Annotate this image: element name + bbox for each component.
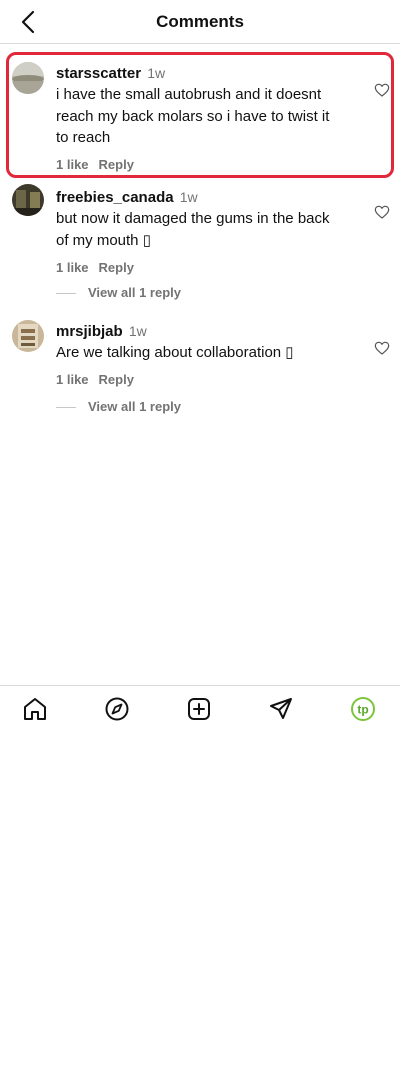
reply-button[interactable]: Reply [99,372,134,387]
page-title: Comments [156,12,244,31]
profile-avatar-icon[interactable]: tp [350,696,376,722]
likes-count[interactable]: 1 like [56,260,89,275]
comment-body: mrsjibjab 1w Are we talking about collab… [56,322,346,388]
comment-time: 1w [128,323,147,339]
view-replies-button[interactable]: View all 1 reply [56,285,181,303]
reply-button[interactable]: Reply [99,157,134,172]
header: Comments [0,0,400,44]
comment-time: 1w [147,65,166,81]
avatar[interactable] [12,320,44,352]
avatar[interactable] [12,184,44,216]
comment-item: mrsjibjab 1w Are we talking about collab… [0,318,400,388]
comment-text: but now it damaged the gums in the back … [56,210,330,249]
heart-icon[interactable] [374,204,390,220]
comment-item: freebies_canada 1w but now it damaged th… [0,182,400,275]
reply-divider-line [56,407,76,409]
chevron-left-icon[interactable] [14,8,42,36]
view-replies-label: View all 1 reply [88,285,181,300]
avatar-image [12,62,44,94]
comment-body: freebies_canada 1w but now it damaged th… [56,188,346,276]
comment-actions: 1 like Reply [56,157,346,173]
heart-icon[interactable] [374,340,390,356]
view-replies-label: View all 1 reply [88,399,181,414]
heart-icon[interactable] [374,82,390,98]
comment-actions: 1 like Reply [56,372,346,388]
comment-body: starsscatter 1w i have the small autobru… [56,64,346,173]
likes-count[interactable]: 1 like [56,157,89,172]
comment-time: 1w [179,189,198,205]
avatar-image [12,320,44,352]
comment-username[interactable]: mrsjibjab [56,323,123,340]
likes-count[interactable]: 1 like [56,372,89,387]
comment-username[interactable]: starsscatter [56,65,141,82]
comment-actions: 1 like Reply [56,260,346,276]
avatar[interactable] [12,62,44,94]
create-plus-icon[interactable] [186,696,212,722]
profile-initials: tp [357,703,368,717]
bottom-tab-bar: tp [0,685,400,731]
home-icon[interactable] [22,696,48,722]
reply-button[interactable]: Reply [99,260,134,275]
explore-compass-icon[interactable] [104,696,130,722]
reply-divider-line [56,293,76,295]
comment-text: Are we talking about collaboration ▯ [56,344,294,361]
send-paper-plane-icon[interactable] [268,696,294,722]
avatar-image [12,184,44,216]
comment-username[interactable]: freebies_canada [56,189,174,206]
view-replies-button[interactable]: View all 1 reply [56,399,181,417]
comment-text: i have the small autobrush and it doesnt… [56,86,330,146]
comment-item: starsscatter 1w i have the small autobru… [0,60,400,172]
